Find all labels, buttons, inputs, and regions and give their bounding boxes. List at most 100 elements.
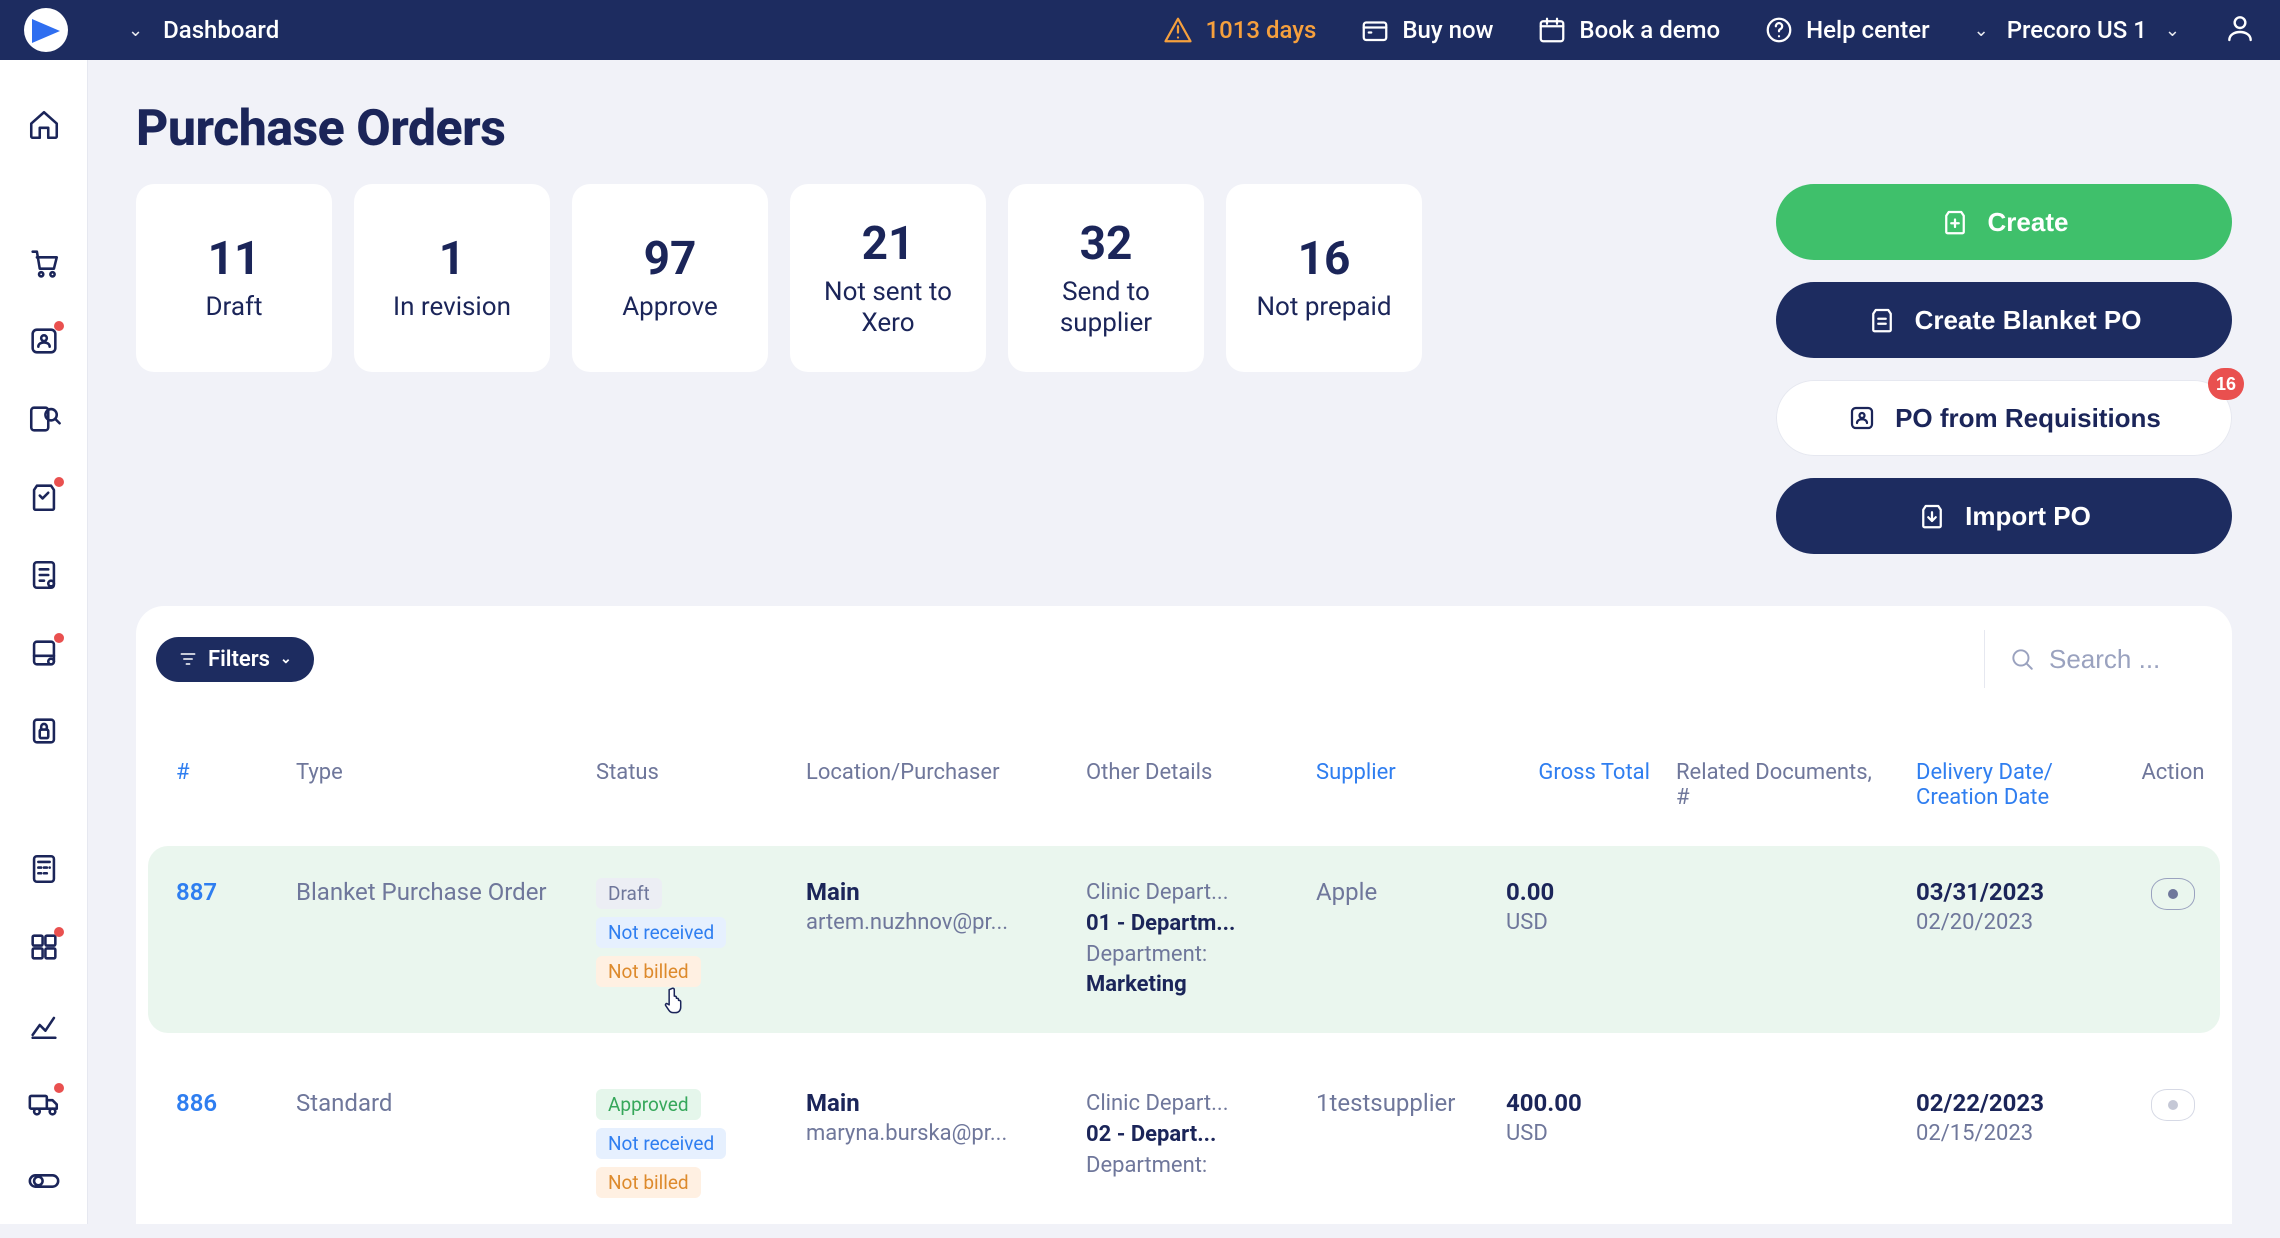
status-tag: Not received [596, 917, 726, 948]
stat-card[interactable]: 21 Not sent to Xero [790, 184, 986, 372]
table-body: 887 Blanket Purchase Order Draft Not receiv… [148, 846, 2220, 1224]
leftnav [0, 60, 88, 1224]
po-details: Clinic Depart...02 - Depart...Department… [1078, 1089, 1298, 1181]
status-tag: Approved [596, 1089, 701, 1120]
stats-row: 11 Draft 1In revision 97 Approve 21 Not sent t… [136, 184, 1422, 372]
lock-box-icon[interactable] [27, 714, 61, 748]
po-location: Mainartem.nuzhnov@pr... [798, 878, 1068, 935]
stat-value: 21 [862, 217, 915, 271]
stat-card[interactable]: 32 Send to supplier [1008, 184, 1204, 372]
po-id[interactable]: 886 [168, 1089, 278, 1117]
chevron-down-icon: ⌄ [128, 20, 143, 41]
stat-label: Draft [205, 292, 262, 323]
company-picker[interactable]: ⌄ Precoro US 1 ⌄ [1974, 16, 2180, 44]
stat-value: 16 [1298, 232, 1351, 286]
search-box[interactable] [1984, 630, 2212, 688]
po-from-requisitions-button[interactable]: PO from Requisitions 16 [1776, 380, 2232, 456]
po-type: Blanket Purchase Order [288, 878, 578, 906]
col-status[interactable]: Status [588, 748, 788, 797]
col-related[interactable]: Related Documents, # [1668, 748, 1898, 822]
filters-button[interactable]: Filters ⌄ [156, 637, 314, 682]
breadcrumb[interactable]: ⌄ Dashboard [128, 16, 279, 44]
import-po-button[interactable]: Import PO [1776, 478, 2232, 554]
chart-icon[interactable] [27, 1008, 61, 1042]
stat-value: 1 [439, 232, 465, 286]
stat-value: 32 [1080, 217, 1133, 271]
breadcrumb-label: Dashboard [163, 16, 279, 44]
stat-card[interactable]: 11 Draft [136, 184, 332, 372]
col-supplier[interactable]: Supplier [1308, 748, 1488, 797]
po-gross: 0.00USD [1498, 878, 1658, 935]
chevron-down-icon: ⌄ [2165, 20, 2180, 41]
po-details: Clinic Depart...01 - Departm...Departmen… [1078, 878, 1298, 1001]
status-tag: Not received [596, 1128, 726, 1159]
stat-value: 97 [644, 232, 697, 286]
topbar: ⌄ Dashboard 1013 days Buy now Book a dem… [0, 0, 2280, 60]
stat-label: Approve [622, 292, 718, 323]
summary-and-actions: 11 Draft 1In revision 97 Approve 21 Not sent t… [136, 184, 2232, 554]
table-toolbar: Filters ⌄ [148, 630, 2220, 688]
requisitions-count-badge: 16 [2208, 368, 2244, 400]
purchase-orders-icon[interactable] [27, 480, 61, 514]
help-center-link[interactable]: Help center [1764, 15, 1930, 45]
calculator-icon[interactable] [27, 852, 61, 886]
po-supplier: 1testsupplier [1308, 1089, 1488, 1117]
view-icon[interactable] [2151, 878, 2195, 910]
table-row[interactable]: 887 Blanket Purchase Order Draft Not receiv… [148, 846, 2220, 1033]
po-dates: 03/31/202302/20/2023 [1908, 878, 2108, 935]
stat-card[interactable]: 16 Not prepaid [1226, 184, 1422, 372]
home-icon[interactable] [27, 108, 61, 142]
search-input[interactable] [2049, 644, 2189, 675]
status-tag: Not billed [596, 1167, 701, 1198]
buy-now-link[interactable]: Buy now [1360, 15, 1493, 45]
view-icon[interactable] [2151, 1089, 2195, 1121]
trial-days-warning[interactable]: 1013 days [1163, 15, 1316, 45]
user-icon[interactable] [2224, 12, 2256, 48]
book-demo-link[interactable]: Book a demo [1537, 15, 1720, 45]
toggle-icon[interactable] [27, 1164, 61, 1198]
po-location: Mainmaryna.burska@pr... [798, 1089, 1068, 1146]
create-blanket-po-button[interactable]: Create Blanket PO [1776, 282, 2232, 358]
po-dates: 02/22/202302/15/2023 [1908, 1089, 2108, 1146]
col-id[interactable]: # [168, 748, 278, 797]
stat-label: Not prepaid [1256, 292, 1391, 323]
po-supplier: Apple [1308, 878, 1488, 906]
stat-card[interactable]: 1In revision [354, 184, 550, 372]
chevron-down-icon: ⌄ [1974, 20, 1989, 41]
po-gross: 400.00USD [1498, 1089, 1658, 1146]
po-action [2118, 1089, 2228, 1121]
col-action[interactable]: Action [2118, 748, 2228, 797]
requisition-icon[interactable] [27, 324, 61, 358]
po-action [2118, 878, 2228, 910]
table-header: # Type Status Location/Purchaser Other D… [148, 748, 2220, 822]
table-row[interactable]: 886 Standard Approved Not received Not bille… [148, 1057, 2220, 1224]
chevron-down-icon: ⌄ [280, 651, 292, 667]
po-table: Filters ⌄ # Type Status Location/Purchas… [136, 606, 2232, 1224]
po-id[interactable]: 887 [168, 878, 278, 906]
invoice-icon[interactable] [27, 558, 61, 592]
blocks-icon[interactable] [27, 930, 61, 964]
status-tag: Not billed [596, 956, 701, 987]
po-status: Approved Not received Not billed [588, 1089, 788, 1198]
app-logo[interactable] [4, 8, 88, 52]
search-doc-icon[interactable] [27, 402, 61, 436]
trial-days-label: 1013 days [1205, 16, 1316, 44]
create-button[interactable]: Create [1776, 184, 2232, 260]
col-location[interactable]: Location/Purchaser [798, 748, 1068, 797]
main-content: Purchase Orders 11 Draft 1In revision 97 App… [88, 60, 2280, 1224]
col-gross[interactable]: Gross Total [1498, 748, 1658, 797]
stat-label: Send to supplier [1026, 277, 1186, 339]
page-title: Purchase Orders [136, 100, 2232, 158]
truck-icon[interactable] [27, 1086, 61, 1120]
col-other[interactable]: Other Details [1078, 748, 1298, 797]
stat-label: Not sent to Xero [808, 277, 968, 339]
stat-card[interactable]: 97 Approve [572, 184, 768, 372]
po-type: Standard [288, 1089, 578, 1117]
col-type[interactable]: Type [288, 748, 578, 797]
po-status: Draft Not received Not billed [588, 878, 788, 987]
status-tag: Draft [596, 878, 662, 909]
col-dates[interactable]: Delivery Date/ Creation Date [1908, 748, 2108, 822]
stat-value: 11 [208, 232, 261, 286]
receipt-icon[interactable] [27, 636, 61, 670]
cart-icon[interactable] [27, 246, 61, 280]
